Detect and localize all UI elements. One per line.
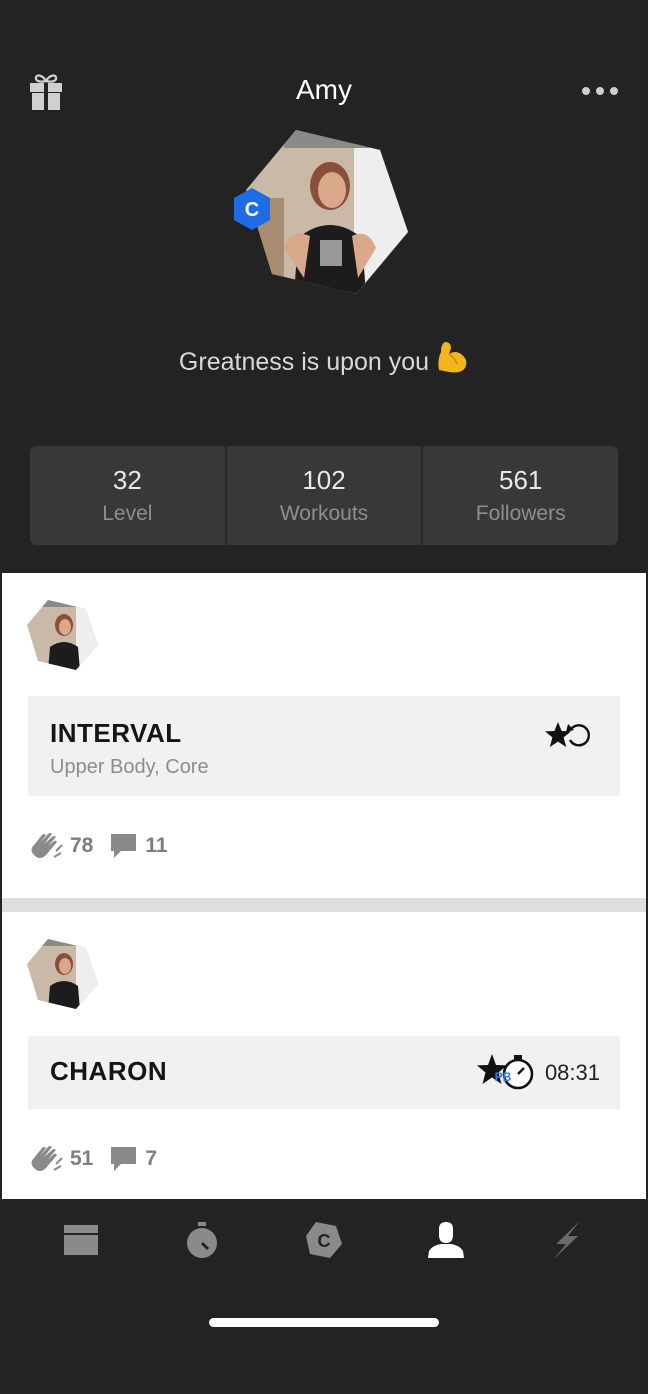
workout-name: CHARON <box>50 1056 168 1086</box>
stat-workouts[interactable]: 102 Workouts <box>224 446 422 545</box>
workout-summary[interactable]: CHARON PB 08:31 <box>28 1036 620 1109</box>
activity-feed: INTERVAL Upper Body, Core 78 11 CHARON P… <box>2 573 646 1199</box>
social-stats: 51 7 <box>28 1144 173 1174</box>
profile-icon <box>427 1222 464 1258</box>
tab-profile[interactable] <box>416 1215 476 1265</box>
stat-label: Workouts <box>279 502 369 525</box>
badge-letter: C <box>245 199 259 221</box>
avatar[interactable] <box>26 938 100 1010</box>
stat-label: Followers <box>475 502 566 525</box>
tab-workouts[interactable] <box>51 1215 111 1265</box>
clap-icon[interactable] <box>28 1144 64 1174</box>
workout-subtitle: Upper Body, Core <box>50 756 209 778</box>
tab-timer[interactable] <box>172 1215 232 1265</box>
activity-icon <box>554 1221 581 1259</box>
stat-value: 561 <box>498 465 543 495</box>
clap-count: 51 <box>70 1147 94 1170</box>
feed-divider <box>2 898 646 912</box>
feed-card[interactable]: CHARON PB 08:31 51 7 <box>2 912 646 1199</box>
crossfit-c-icon: C <box>305 1222 342 1258</box>
clap-count: 78 <box>70 834 94 857</box>
comment-icon[interactable] <box>109 1144 139 1174</box>
social-stats: 78 11 <box>28 831 184 861</box>
personal-best-stopwatch-icon: PB <box>476 1052 536 1092</box>
workout-time: 08:31 <box>544 1060 600 1085</box>
home-indicator[interactable] <box>209 1318 439 1327</box>
stat-label: Level <box>102 502 153 525</box>
workouts-icon <box>63 1225 98 1255</box>
profile-tagline: Greatness is upon you <box>0 340 648 381</box>
workout-summary[interactable]: INTERVAL Upper Body, Core <box>28 696 620 796</box>
pb-label: PB <box>495 1070 512 1084</box>
timer-icon <box>187 1222 218 1258</box>
comment-icon[interactable] <box>109 831 139 861</box>
clap-icon[interactable] <box>28 831 64 861</box>
tab-activity[interactable] <box>537 1215 597 1265</box>
workout-name: INTERVAL <box>50 718 182 748</box>
more-options-icon[interactable] <box>582 80 618 102</box>
flexed-biceps-icon <box>435 340 469 381</box>
stat-level[interactable]: 32 Level <box>30 446 225 545</box>
page-title: Amy <box>296 74 352 105</box>
stat-value: 102 <box>302 465 346 495</box>
profile-header: Amy C Greatness is upon you 32 Level 102… <box>0 0 648 573</box>
comment-count: 11 <box>145 834 168 857</box>
crossfit-badge-icon: C <box>230 186 274 232</box>
stat-value: 32 <box>112 465 142 495</box>
comment-count: 7 <box>145 1147 158 1170</box>
tab-bar: C <box>0 1199 648 1281</box>
tagline-text: Greatness is upon you <box>178 348 430 376</box>
tab-letter: C <box>317 1231 330 1251</box>
stat-followers[interactable]: 561 Followers <box>421 446 618 545</box>
star-retry-icon <box>544 720 596 752</box>
feed-card[interactable]: INTERVAL Upper Body, Core 78 11 <box>2 573 646 898</box>
tab-crossfit[interactable]: C <box>294 1215 354 1265</box>
avatar[interactable] <box>26 599 100 671</box>
stats-bar: 32 Level 102 Workouts 561 Followers <box>30 446 618 545</box>
